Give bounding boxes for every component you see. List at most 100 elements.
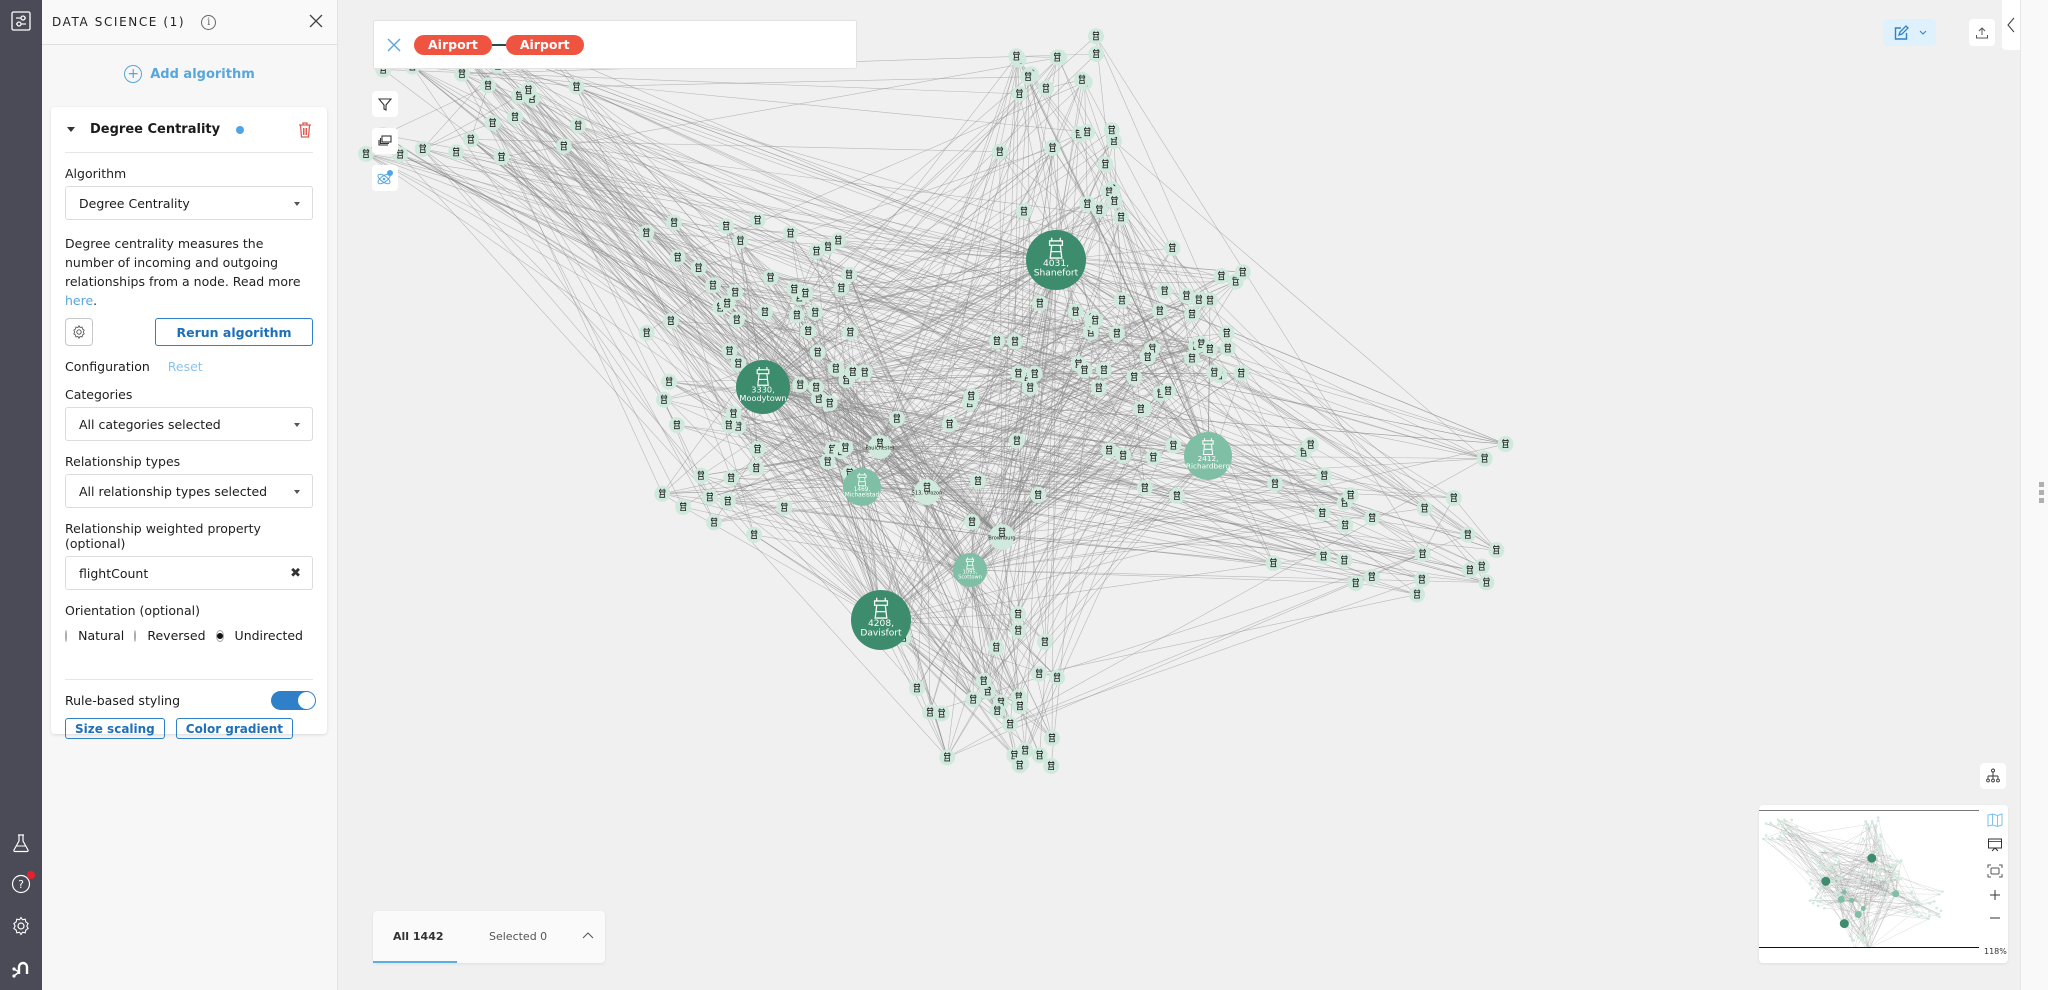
airport-node[interactable] — [939, 749, 956, 766]
airport-node[interactable] — [1414, 545, 1431, 562]
airport-node[interactable] — [1364, 509, 1381, 526]
airport-node[interactable] — [1074, 71, 1091, 88]
relationship-edge[interactable] — [382, 85, 489, 136]
relationship-edge[interactable] — [969, 465, 1211, 571]
airport-node[interactable] — [1010, 606, 1027, 623]
airport-node[interactable] — [827, 360, 844, 377]
help-icon[interactable]: ? — [9, 871, 35, 896]
airport-node[interactable] — [1336, 552, 1353, 569]
airport-node[interactable] — [1079, 124, 1096, 141]
airport-node[interactable] — [638, 224, 655, 241]
airport-node[interactable] — [1079, 195, 1096, 212]
airport-node[interactable] — [1108, 325, 1125, 342]
resize-handle[interactable] — [2039, 482, 2044, 506]
airport-node[interactable] — [728, 311, 745, 328]
airport-node[interactable] — [701, 489, 718, 506]
airport-node[interactable] — [661, 373, 678, 390]
airport-node[interactable] — [1316, 467, 1333, 484]
airport-node[interactable] — [782, 225, 799, 242]
airport-node[interactable] — [1067, 303, 1084, 320]
airport-node[interactable] — [856, 364, 873, 381]
airport-node[interactable] — [989, 702, 1006, 719]
airport-node[interactable] — [776, 499, 793, 516]
airport-node[interactable] — [669, 249, 686, 266]
airport-node[interactable] — [1219, 340, 1236, 357]
airport-node[interactable] — [1337, 517, 1354, 534]
airport-node[interactable] — [1302, 436, 1319, 453]
relationship-edge[interactable] — [507, 54, 1057, 261]
pattern-node-pill[interactable]: Airport — [414, 34, 492, 55]
airport-node[interactable] — [1160, 382, 1177, 399]
airport-node[interactable] — [690, 259, 707, 276]
airport-node[interactable] — [841, 266, 858, 283]
minimap-viewport[interactable] — [1759, 810, 1979, 948]
airport-node[interactable] — [506, 109, 523, 126]
airport-node[interactable] — [965, 691, 982, 708]
airport-node[interactable] — [1445, 489, 1462, 506]
airport-node[interactable] — [638, 324, 655, 341]
airport-node[interactable] — [1002, 716, 1019, 733]
airport-node[interactable] — [1459, 526, 1476, 543]
airport-node[interactable] — [1497, 436, 1514, 453]
airport-node[interactable] — [1151, 302, 1168, 319]
size-scaling-button[interactable]: Size scaling — [65, 718, 165, 739]
airport-node[interactable] — [1020, 68, 1037, 85]
airport-node[interactable] — [1106, 192, 1123, 209]
airport-node[interactable] — [719, 295, 736, 312]
airport-node[interactable] — [988, 332, 1005, 349]
collapse-caret-icon[interactable] — [67, 127, 75, 132]
airport-node[interactable] — [1363, 568, 1380, 585]
airport-node[interactable] — [1409, 586, 1426, 603]
settings-icon[interactable] — [9, 914, 33, 938]
airport-node[interactable] — [1132, 400, 1149, 417]
trash-icon[interactable] — [297, 121, 313, 139]
minimap[interactable]: 118% — [1759, 805, 2008, 963]
airport-node[interactable] — [1088, 45, 1105, 62]
algorithm-select[interactable]: Degree Centrality — [65, 186, 313, 220]
airport-node[interactable] — [706, 514, 723, 531]
airport-node[interactable] — [1008, 48, 1025, 65]
airport-node[interactable] — [1126, 369, 1143, 386]
relationship-edge[interactable] — [1055, 259, 1425, 509]
airport-node[interactable] — [493, 149, 510, 166]
airport-node[interactable] — [749, 212, 766, 229]
airport-node[interactable] — [1265, 555, 1282, 572]
airport-node[interactable] — [1461, 562, 1478, 579]
airport-node[interactable] — [1011, 698, 1028, 715]
airport-node[interactable] — [654, 485, 671, 502]
airport-node[interactable] — [480, 77, 497, 94]
relationship-edge[interactable] — [1095, 36, 1423, 554]
airport-node[interactable] — [1136, 479, 1153, 496]
airport-node[interactable] — [704, 277, 721, 294]
airport-node[interactable] — [462, 131, 479, 148]
airport-node[interactable] — [1115, 447, 1132, 464]
airport-node[interactable] — [1090, 379, 1107, 396]
airport-node[interactable] — [1139, 348, 1156, 365]
airport-node[interactable] — [837, 439, 854, 456]
airport-node[interactable] — [1036, 633, 1053, 650]
airport-node[interactable] — [808, 379, 825, 396]
relationship-edge[interactable] — [1207, 455, 1485, 459]
minimap-toggle-button[interactable] — [1986, 811, 2004, 829]
scenes-button[interactable] — [372, 128, 398, 154]
pattern-node-pill[interactable]: Airport — [505, 34, 584, 55]
airport-node[interactable] — [749, 441, 766, 458]
rule-styling-toggle[interactable] — [271, 691, 316, 710]
add-algorithm-button[interactable]: + Add algorithm — [42, 65, 337, 83]
info-icon[interactable]: i — [201, 14, 217, 30]
airport-node[interactable] — [1113, 209, 1130, 226]
airport-node[interactable] — [1049, 49, 1066, 66]
airport-node[interactable] — [1202, 292, 1219, 309]
airport-node[interactable] — [1314, 505, 1331, 522]
airport-node[interactable] — [484, 114, 501, 131]
airport-node[interactable] — [555, 138, 572, 155]
data-science-button[interactable] — [372, 165, 398, 191]
airport-node[interactable] — [1026, 365, 1043, 382]
airport-node[interactable] — [1168, 487, 1185, 504]
airport-node[interactable] — [1218, 325, 1235, 342]
airport-node[interactable] — [720, 417, 737, 434]
airport-node[interactable] — [1049, 669, 1066, 686]
airport-node[interactable] — [963, 388, 980, 405]
airport-node[interactable] — [1087, 312, 1104, 329]
relationship-edge[interactable] — [1009, 534, 1468, 725]
